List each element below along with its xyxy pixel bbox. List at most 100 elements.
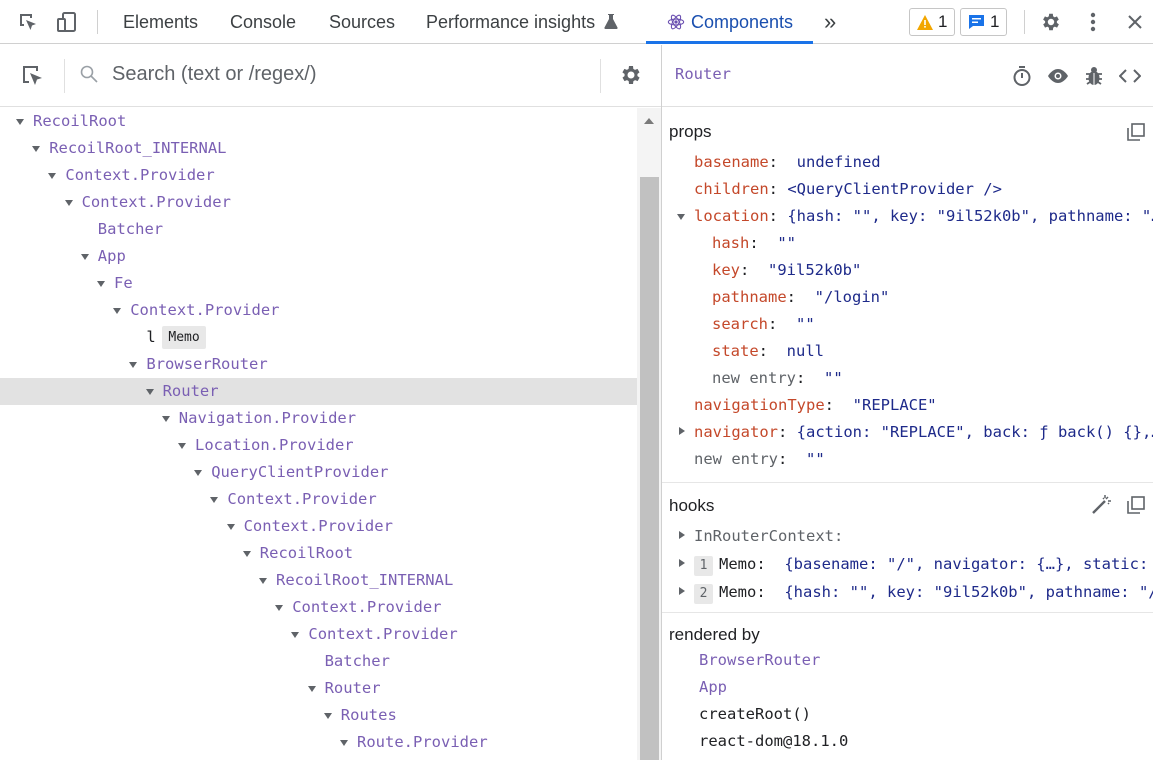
selected-component-title: Router xyxy=(675,65,731,83)
inspector-header: Router xyxy=(662,45,1153,107)
expand-triangle-icon[interactable] xyxy=(291,632,300,638)
expand-triangle-icon[interactable] xyxy=(178,443,186,449)
tree-row[interactable]: Router xyxy=(0,675,637,702)
select-component-icon[interactable] xyxy=(20,63,46,94)
more-options-icon[interactable] xyxy=(1078,7,1108,37)
prop-row[interactable]: new entry: "" xyxy=(662,446,1153,473)
prop-row[interactable]: navigationType: "REPLACE" xyxy=(662,392,1153,419)
tree-row[interactable]: Fe xyxy=(0,270,637,297)
search-icon xyxy=(80,65,98,88)
tree-row[interactable]: Routes xyxy=(0,702,637,729)
expand-triangle-icon[interactable] xyxy=(340,740,348,746)
tree-row[interactable]: Context.Provider xyxy=(0,513,637,540)
copy-props-icon[interactable] xyxy=(1127,123,1145,145)
expand-triangle-icon[interactable] xyxy=(113,308,122,314)
expand-triangle-icon[interactable] xyxy=(48,173,57,179)
rendered-by-link[interactable]: App xyxy=(699,674,727,701)
expand-triangle-icon[interactable] xyxy=(16,119,24,125)
collapse-triangle-icon[interactable] xyxy=(679,427,685,435)
tree-row[interactable]: Batcher xyxy=(0,648,637,675)
tree-row[interactable]: Context.Provider xyxy=(0,594,637,621)
eye-icon[interactable] xyxy=(1044,62,1072,90)
tree-row[interactable]: Location.Provider xyxy=(0,432,637,459)
tree-row[interactable]: Context.Provider xyxy=(0,189,637,216)
tab-components[interactable]: Components xyxy=(667,0,793,44)
hook-label: InRouterContext: xyxy=(694,527,844,545)
prop-row-content: new entry: "" xyxy=(712,365,843,392)
prop-row[interactable]: basename: undefined xyxy=(662,149,1153,176)
expand-triangle-icon[interactable] xyxy=(677,214,685,220)
expand-triangle-icon[interactable] xyxy=(275,605,284,611)
scroll-up-arrow-icon[interactable] xyxy=(644,118,654,124)
search-input[interactable]: Search (text or /regex/) xyxy=(112,63,317,86)
prop-row[interactable]: location: {hash: "", key: "9il52k0b", pa… xyxy=(662,203,1153,230)
tab-performance-insights[interactable]: Performance insights xyxy=(426,0,618,44)
expand-triangle-icon[interactable] xyxy=(161,416,170,422)
settings-gear-icon[interactable] xyxy=(1036,7,1066,37)
bug-icon[interactable] xyxy=(1080,62,1108,90)
expand-triangle-icon[interactable] xyxy=(32,146,41,152)
prop-row-content: new entry: "" xyxy=(694,446,825,473)
tree-row[interactable]: l Memo xyxy=(0,324,637,351)
close-icon[interactable] xyxy=(1120,7,1150,37)
prop-row[interactable]: key: "9il52k0b" xyxy=(662,257,1153,284)
tab-sources[interactable]: Sources xyxy=(329,0,395,44)
stopwatch-icon[interactable] xyxy=(1008,62,1036,90)
collapse-triangle-icon[interactable] xyxy=(679,559,685,567)
tree-row[interactable]: RecoilRoot_INTERNAL xyxy=(0,135,637,162)
tree-row[interactable]: Context.Provider xyxy=(0,162,637,189)
expand-triangle-icon[interactable] xyxy=(210,497,219,503)
expand-triangle-icon[interactable] xyxy=(259,578,267,584)
tree-row[interactable]: RecoilRoot_INTERNAL xyxy=(0,567,637,594)
prop-row[interactable]: navigator: {action: "REPLACE", back: ƒ b… xyxy=(662,419,1153,446)
expand-triangle-icon[interactable] xyxy=(129,362,138,368)
expand-triangle-icon[interactable] xyxy=(323,713,332,719)
warnings-badge[interactable]: 1 xyxy=(909,8,956,36)
hook-row[interactable]: 2 Memo: {hash: "", key: "9il52k0b", pathn… xyxy=(662,579,1153,606)
inspect-element-icon[interactable] xyxy=(13,7,43,37)
tree-row[interactable]: RecoilRoot xyxy=(0,540,637,567)
tree-row[interactable]: Navigation.Provider xyxy=(0,405,637,432)
copy-hooks-icon[interactable] xyxy=(1127,496,1145,518)
tree-row[interactable]: App xyxy=(0,243,637,270)
hook-row[interactable]: InRouterContext: xyxy=(662,523,1153,550)
prop-row[interactable]: new entry: "" xyxy=(662,365,1153,392)
prop-colon: : xyxy=(778,423,797,441)
expand-triangle-icon[interactable] xyxy=(226,524,235,530)
prop-row[interactable]: children: <QueryClientProvider /> xyxy=(662,176,1153,203)
expand-triangle-icon[interactable] xyxy=(80,254,89,260)
expand-triangle-icon[interactable] xyxy=(145,389,154,395)
collapse-triangle-icon[interactable] xyxy=(679,531,685,539)
tree-row[interactable]: Router xyxy=(0,378,637,405)
view-source-icon[interactable] xyxy=(1116,62,1144,90)
tree-row[interactable]: Route.Provider xyxy=(0,729,637,756)
magic-wand-icon[interactable] xyxy=(1090,494,1112,520)
prop-row[interactable]: search: "" xyxy=(662,311,1153,338)
rendered-by-link[interactable]: BrowserRouter xyxy=(699,647,820,674)
expand-triangle-icon[interactable] xyxy=(97,281,105,287)
tab-console[interactable]: Console xyxy=(230,0,296,44)
expand-triangle-icon[interactable] xyxy=(64,200,73,206)
hook-row[interactable]: 1 Memo: {basename: "/", navigator: {…}, s… xyxy=(662,551,1153,578)
tree-row[interactable]: Context.Provider xyxy=(0,297,637,324)
tree-row[interactable]: Context.Provider xyxy=(0,621,637,648)
prop-row[interactable]: hash: "" xyxy=(662,230,1153,257)
more-tabs-button[interactable]: » xyxy=(824,0,836,44)
collapse-triangle-icon[interactable] xyxy=(679,587,685,595)
prop-row[interactable]: state: null xyxy=(662,338,1153,365)
tree-row[interactable]: Context.Provider xyxy=(0,486,637,513)
tree-row[interactable]: Batcher xyxy=(0,216,637,243)
messages-badge[interactable]: 1 xyxy=(960,8,1008,36)
tree-settings-gear-icon[interactable] xyxy=(619,63,643,92)
expand-triangle-icon[interactable] xyxy=(242,551,251,557)
expand-triangle-icon[interactable] xyxy=(194,470,203,476)
device-toolbar-icon[interactable] xyxy=(52,7,82,37)
expand-triangle-icon[interactable] xyxy=(307,686,316,692)
tree-row[interactable]: QueryClientProvider xyxy=(0,459,637,486)
tree-scrollbar-thumb[interactable] xyxy=(640,177,659,760)
prop-row[interactable]: pathname: "/login" xyxy=(662,284,1153,311)
tree-row[interactable]: BrowserRouter xyxy=(0,351,637,378)
tab-elements[interactable]: Elements xyxy=(123,0,198,44)
prop-colon: : xyxy=(778,450,806,468)
tree-row[interactable]: RecoilRoot xyxy=(0,108,637,135)
